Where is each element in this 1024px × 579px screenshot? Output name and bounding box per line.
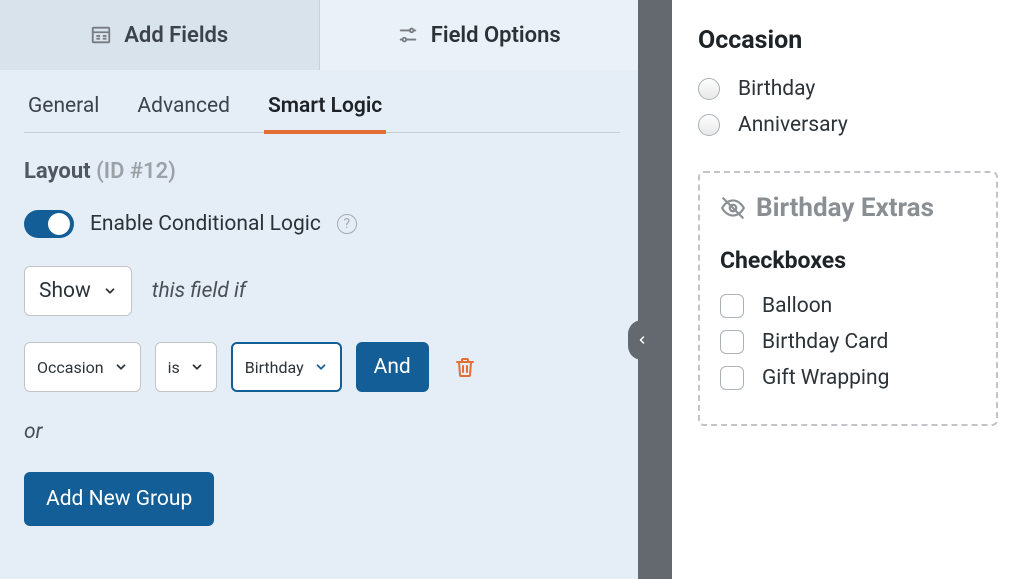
chevron-down-icon bbox=[103, 284, 117, 298]
sub-tab-general[interactable]: General bbox=[24, 84, 103, 132]
rule-value: Birthday bbox=[245, 358, 304, 377]
radio-icon bbox=[698, 114, 720, 136]
checkbox-label: Gift Wrapping bbox=[762, 366, 889, 390]
tab-label: Add Fields bbox=[124, 23, 228, 48]
collapse-handle[interactable] bbox=[628, 320, 656, 360]
eye-off-icon bbox=[720, 195, 746, 221]
settings-panel: Add Fields Field Options General Advance… bbox=[0, 0, 638, 579]
sub-tab-advanced[interactable]: Advanced bbox=[133, 84, 234, 132]
sub-tab-smart-logic[interactable]: Smart Logic bbox=[264, 84, 386, 134]
checkbox-option[interactable]: Balloon bbox=[720, 288, 976, 324]
enable-logic-label: Enable Conditional Logic bbox=[90, 212, 321, 236]
sub-tabs: General Advanced Smart Logic bbox=[24, 84, 620, 133]
checkbox-option[interactable]: Birthday Card bbox=[720, 324, 976, 360]
chevron-down-icon bbox=[190, 360, 204, 374]
tab-label: Field Options bbox=[431, 23, 561, 48]
chevron-left-icon bbox=[636, 334, 648, 346]
checkboxes-title: Checkboxes bbox=[720, 247, 976, 274]
layout-id: (ID #12) bbox=[96, 159, 176, 184]
action-row: Show this field if bbox=[24, 266, 614, 316]
radio-option[interactable]: Anniversary bbox=[698, 107, 998, 143]
tab-add-fields[interactable]: Add Fields bbox=[0, 0, 320, 70]
rule-op-select[interactable]: is bbox=[155, 342, 217, 392]
enable-logic-row: Enable Conditional Logic ? bbox=[24, 210, 614, 238]
checkbox-label: Balloon bbox=[762, 294, 832, 318]
checkbox-option[interactable]: Gift Wrapping bbox=[720, 360, 976, 396]
layout-label: Layout bbox=[24, 159, 91, 184]
rule-op-value: is bbox=[168, 358, 180, 377]
occasion-title: Occasion bbox=[698, 26, 998, 55]
chevron-down-icon bbox=[314, 360, 328, 374]
help-icon[interactable]: ? bbox=[337, 214, 357, 234]
chevron-down-icon bbox=[114, 360, 128, 374]
checkbox-icon bbox=[720, 294, 744, 318]
form-preview: Occasion Birthday Anniversary Birthday E… bbox=[672, 0, 1024, 579]
action-hint: this field if bbox=[152, 279, 246, 303]
and-button[interactable]: And bbox=[356, 342, 429, 392]
action-select[interactable]: Show bbox=[24, 266, 132, 316]
radio-option[interactable]: Birthday bbox=[698, 71, 998, 107]
checkbox-icon bbox=[720, 366, 744, 390]
drag-gutter[interactable] bbox=[638, 0, 672, 579]
sliders-icon bbox=[397, 24, 419, 46]
tab-field-options[interactable]: Field Options bbox=[320, 0, 639, 70]
radio-label: Birthday bbox=[738, 77, 815, 101]
rule-row: Occasion is Birthday And bbox=[24, 342, 614, 392]
form-icon bbox=[90, 24, 112, 46]
extras-heading: Birthday Extras bbox=[720, 193, 976, 223]
top-tabs: Add Fields Field Options bbox=[0, 0, 638, 70]
radio-label: Anniversary bbox=[738, 113, 848, 137]
smart-logic-section: Layout (ID #12) Enable Conditional Logic… bbox=[0, 133, 638, 526]
radio-icon bbox=[698, 78, 720, 100]
birthday-extras-card[interactable]: Birthday Extras Checkboxes Balloon Birth… bbox=[698, 171, 998, 426]
trash-icon[interactable] bbox=[453, 355, 477, 379]
rule-value-select[interactable]: Birthday bbox=[231, 342, 342, 392]
checkbox-label: Birthday Card bbox=[762, 330, 888, 354]
or-label: or bbox=[24, 420, 614, 444]
layout-heading: Layout (ID #12) bbox=[24, 159, 614, 184]
action-value: Show bbox=[39, 279, 91, 303]
enable-logic-toggle[interactable] bbox=[24, 210, 74, 238]
add-group-button[interactable]: Add New Group bbox=[24, 472, 214, 526]
extras-title: Birthday Extras bbox=[756, 193, 934, 223]
checkbox-icon bbox=[720, 330, 744, 354]
rule-field-select[interactable]: Occasion bbox=[24, 342, 141, 392]
rule-field-value: Occasion bbox=[37, 358, 104, 377]
